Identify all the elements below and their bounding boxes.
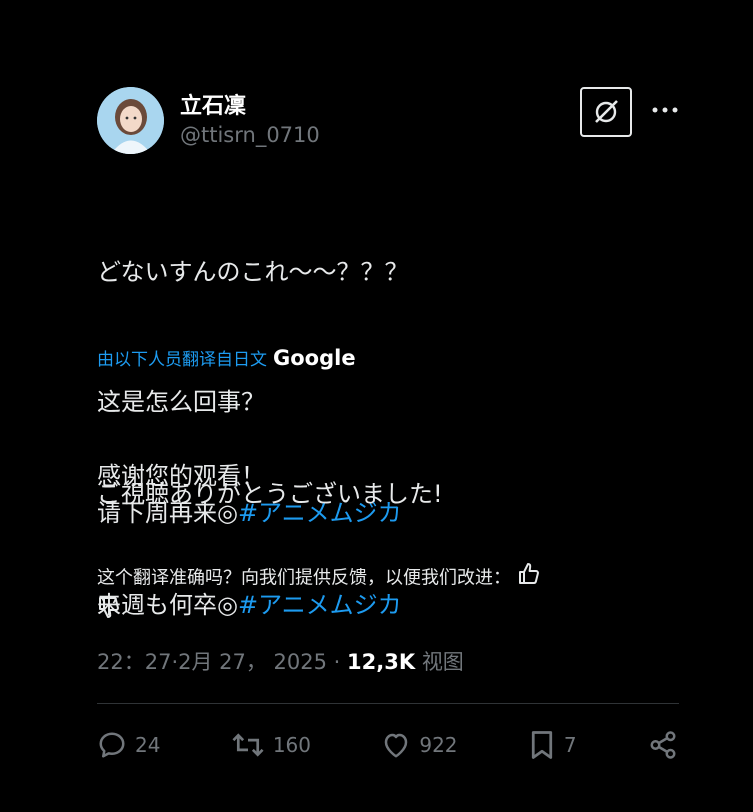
retweet-count: 160 [272,733,311,757]
divider [97,703,679,704]
tweet-line-1: どないすんのこれ～～？？？ [97,258,409,286]
avatar-image [97,87,164,154]
views-count: 12,3K [347,650,416,674]
translation-feedback: 这个翻译准确吗？向我们提供反馈，以便我们改进： [97,562,697,628]
grok-button[interactable] [580,87,632,137]
reply-button[interactable]: 24 [97,730,160,760]
thumbs-up-button[interactable] [517,562,541,595]
bookmark-button[interactable]: 7 [528,730,577,760]
thumbs-up-icon [518,563,539,584]
retweet-icon [232,733,264,757]
grok-icon [595,100,618,123]
like-button[interactable]: 922 [381,730,458,760]
translated-line-3-text: 请下周再来◎ [97,499,238,527]
reply-icon [99,732,125,758]
meta-separator: · [327,650,348,674]
translated-hashtag-link[interactable]: #アニメムジカ [238,499,402,527]
like-count: 922 [419,733,458,757]
author-handle[interactable]: @ttisrn_0710 [180,123,320,147]
author-name[interactable]: 立石凜 [180,88,246,120]
translated-text: 这是怎么回事？ 感谢您的观看！ 请下周再来◎#アニメムジカ [97,384,687,532]
translation-label-text: 由以下人员翻译自日文 [97,350,267,370]
heart-icon [385,733,408,758]
share-icon [650,731,676,759]
thumbs-down-button[interactable] [97,595,121,628]
bookmark-count: 7 [563,733,577,757]
thumbs-down-icon [99,597,119,618]
translation-provider: Google [273,345,356,370]
translated-line-1: 这是怎么回事？ [97,388,265,416]
tweet-meta: 22：27·2月 27， 2025 · 12,3K 视图 [97,646,464,676]
reply-count: 24 [135,733,161,757]
retweet-button[interactable]: 160 [231,730,311,760]
action-bar: 24 160 922 7 [97,722,679,768]
translated-line-3: 请下周再来◎#アニメムジカ [97,495,687,532]
avatar[interactable] [97,87,164,154]
more-button[interactable] [650,98,680,122]
feedback-text: 这个翻译准确吗？向我们提供反馈，以便我们改进： [97,567,511,589]
more-icon [652,107,678,113]
views-label: 视图 [421,650,464,674]
timestamp[interactable]: 22：27·2月 27， 2025 [97,650,327,674]
share-button[interactable] [647,730,679,760]
bookmark-icon [531,731,553,759]
translation-label: 由以下人员翻译自日文 Google [97,345,356,371]
translated-line-2: 感谢您的观看！ [97,462,265,490]
